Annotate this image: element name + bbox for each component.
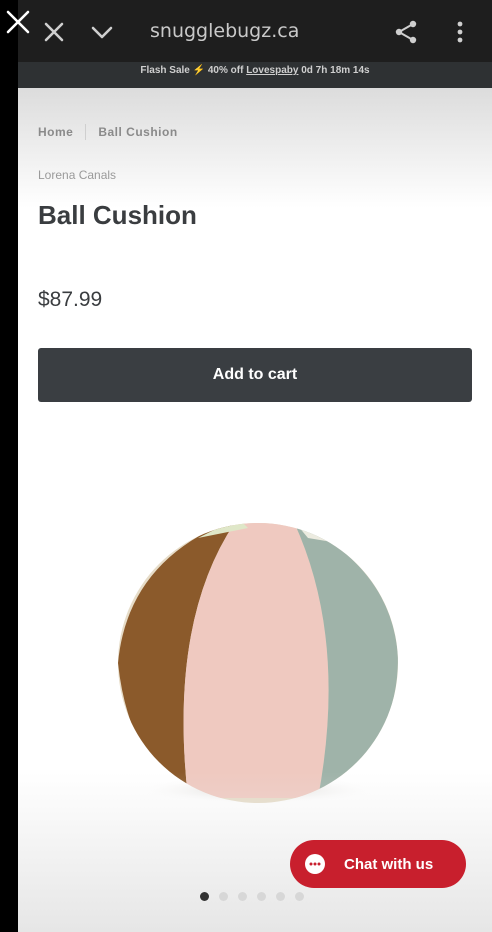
product-price: $87.99 [38, 288, 103, 311]
carousel-dot[interactable] [200, 892, 209, 901]
carousel-dot[interactable] [257, 892, 266, 901]
promo-code[interactable]: Lovespaby [246, 65, 298, 76]
overlay-close-icon[interactable] [4, 8, 32, 36]
carousel-dots [200, 892, 304, 901]
carousel-dot[interactable] [219, 892, 228, 901]
url-text[interactable]: snugglebugz.ca [150, 20, 299, 42]
close-icon[interactable] [40, 18, 68, 46]
browser-toolbar: snugglebugz.ca [18, 0, 492, 64]
chat-label: Chat with us [344, 855, 434, 873]
breadcrumb: Home Ball Cushion [38, 124, 178, 140]
share-icon[interactable] [392, 18, 420, 46]
more-vertical-icon[interactable] [446, 18, 474, 46]
add-to-cart-button[interactable]: Add to cart [38, 348, 472, 402]
chevron-down-icon[interactable] [88, 18, 116, 46]
chat-bubble-icon [304, 853, 326, 875]
breadcrumb-current: Ball Cushion [98, 125, 178, 139]
promo-countdown: 0d 7h 18m 14s [301, 65, 370, 76]
promo-banner[interactable]: Flash Sale ⚡ 40% off Lovespaby 0d 7h 18m… [18, 62, 492, 88]
chat-button[interactable]: Chat with us [290, 840, 466, 888]
product-vendor[interactable]: Lorena Canals [38, 168, 116, 182]
promo-text: Flash Sale ⚡ 40% off [140, 65, 244, 76]
carousel-dot[interactable] [276, 892, 285, 901]
carousel-dot[interactable] [238, 892, 247, 901]
breadcrumb-separator [85, 124, 87, 140]
product-image[interactable] [108, 498, 408, 808]
header-gradient [18, 88, 492, 208]
product-title: Ball Cushion [38, 200, 197, 230]
breadcrumb-home[interactable]: Home [38, 125, 73, 139]
carousel-dot[interactable] [295, 892, 304, 901]
product-page: Home Ball Cushion Lorena Canals Ball Cus… [18, 88, 492, 932]
